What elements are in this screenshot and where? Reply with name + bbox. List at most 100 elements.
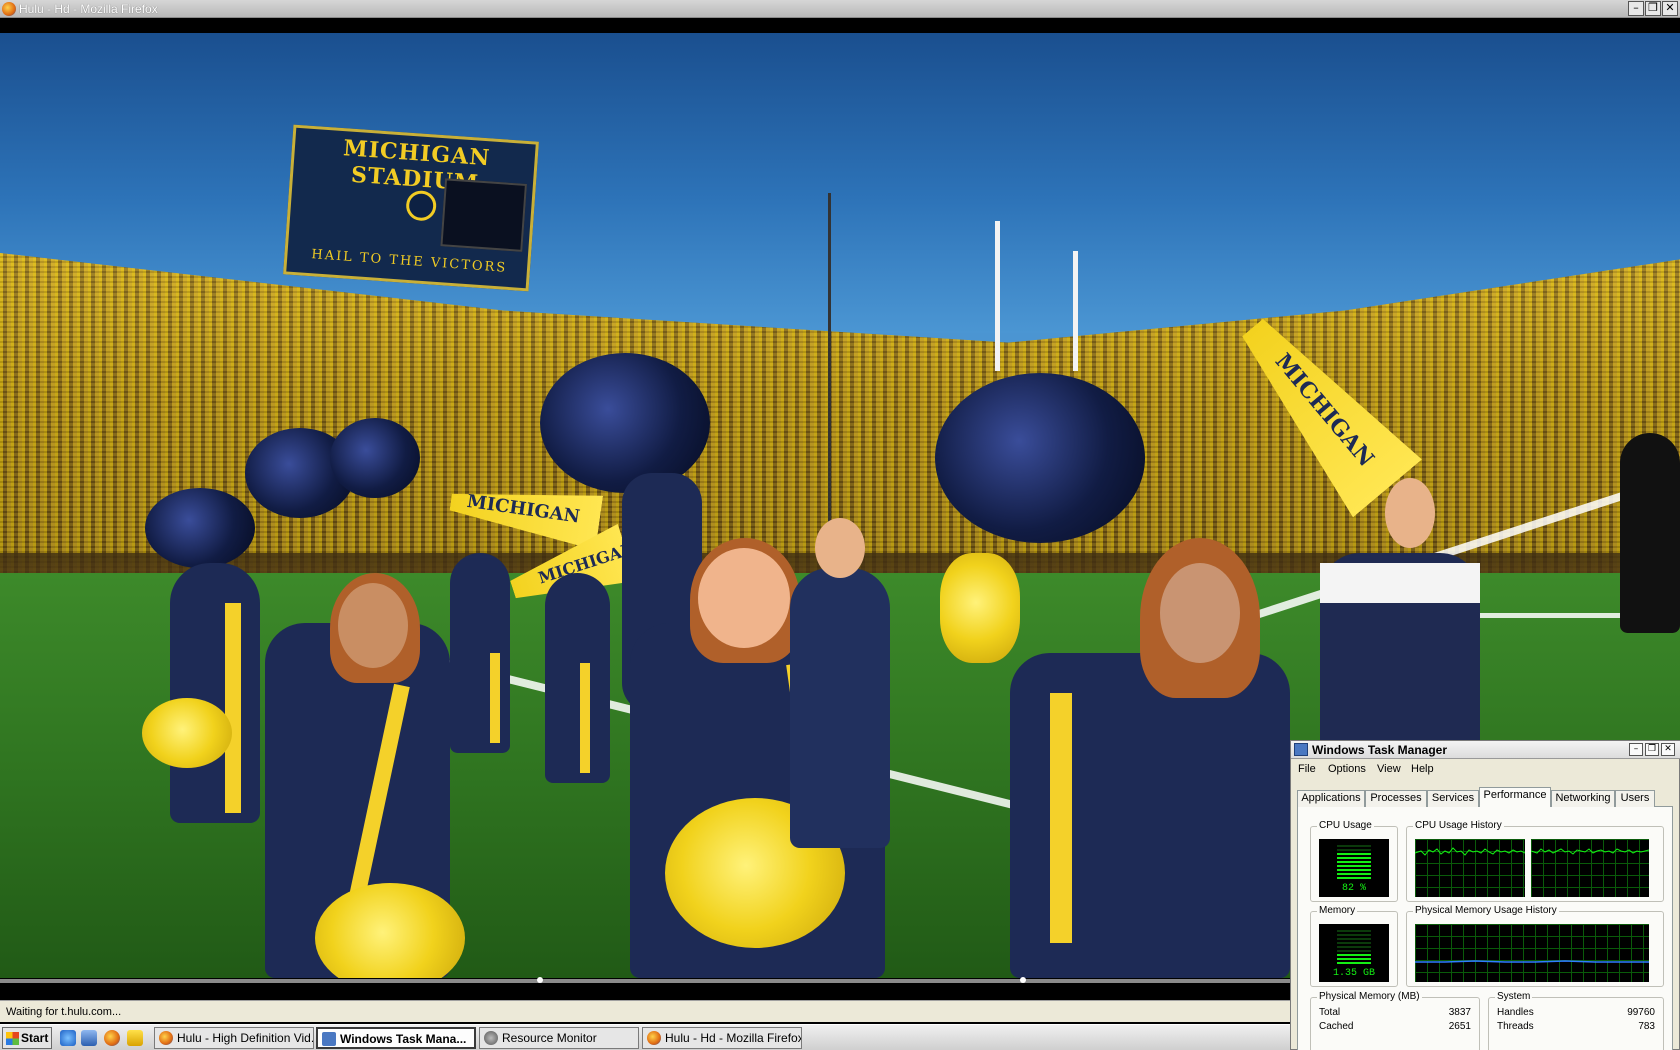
start-label: Start	[21, 1031, 49, 1045]
video-seek-track[interactable]	[0, 979, 1290, 983]
restore-button[interactable]: ❐	[1645, 1, 1661, 16]
tab-services[interactable]: Services	[1427, 790, 1479, 807]
university-seal-icon	[405, 189, 438, 222]
scoreboard-screen	[440, 178, 527, 252]
cheerleader	[170, 563, 260, 823]
system-handles-value: 99760	[1627, 1007, 1655, 1018]
pompom-blue	[330, 418, 420, 498]
cheer-member-edge	[1620, 433, 1680, 633]
cpu-usage-group: CPU Usage 82 %	[1310, 820, 1398, 902]
cheer-member-face	[815, 518, 865, 578]
memory-value: 1.35 GB	[1332, 968, 1375, 979]
seek-marker[interactable]	[1020, 977, 1026, 983]
task-manager-menubar: File Options View Help	[1291, 760, 1680, 778]
minimize-button[interactable]: –	[1629, 743, 1643, 756]
cpu-history-graph-core2	[1531, 839, 1649, 897]
window-title: Hulu - Hd - Mozilla Firefox	[19, 2, 158, 16]
tab-users[interactable]: Users	[1615, 790, 1655, 807]
memory-history-line	[1415, 960, 1649, 963]
stadium-scoreboard: MICHIGAN STADIUM HAIL TO THE VICTORS	[283, 124, 539, 292]
cheerleader-face	[1160, 563, 1240, 663]
cheerleader	[450, 553, 510, 753]
tab-applications[interactable]: Applications	[1297, 790, 1365, 807]
menu-file[interactable]: File	[1298, 763, 1316, 775]
system-group: System Handles 99760 Threads 783	[1488, 991, 1664, 1050]
cpu-usage-label: CPU Usage	[1317, 820, 1374, 831]
pompom-yellow	[142, 698, 232, 768]
system-handles-label: Handles	[1497, 1007, 1534, 1018]
tab-processes[interactable]: Processes	[1365, 790, 1427, 807]
menu-options[interactable]: Options	[1328, 763, 1366, 775]
memory-history-label: Physical Memory Usage History	[1413, 905, 1559, 916]
pompom-blue	[540, 353, 710, 493]
yard-line	[1480, 613, 1640, 618]
cheerleader	[1010, 653, 1290, 978]
task-label: Hulu - High Definition Vid...	[177, 1031, 314, 1045]
cheer-member-face	[1385, 478, 1435, 548]
start-button[interactable]: Start	[2, 1027, 52, 1049]
light-pole	[828, 193, 831, 533]
firefox-icon	[647, 1031, 661, 1045]
system-label: System	[1495, 991, 1533, 1002]
cheerleader-face	[698, 548, 790, 648]
task-manager-window[interactable]: Windows Task Manager – ❐ ✕ File Options …	[1290, 740, 1680, 1050]
firefox-icon	[159, 1031, 173, 1045]
phys-mem-total-value: 3837	[1448, 1007, 1471, 1018]
video-letterbox-top	[0, 19, 1680, 33]
task-manager-title: Windows Task Manager	[1312, 743, 1448, 757]
seek-marker[interactable]	[537, 977, 543, 983]
memory-group: Memory 1.35 GB	[1310, 905, 1398, 987]
internet-explorer-icon[interactable]	[60, 1030, 76, 1046]
task-manager-icon	[1294, 743, 1308, 756]
task-manager-icon	[322, 1032, 336, 1046]
task-button-hulu-hd-video[interactable]: Hulu - High Definition Vid...	[154, 1027, 314, 1049]
memory-label: Memory	[1317, 905, 1358, 916]
task-label: Windows Task Mana...	[340, 1032, 467, 1046]
memory-meter: 1.35 GB	[1319, 924, 1389, 982]
task-button-resource-monitor[interactable]: Resource Monitor	[479, 1027, 639, 1049]
cheerleader	[545, 573, 610, 783]
desktop-screen: Hulu - Hd - Mozilla Firefox – ❐ ✕ MICHIG…	[0, 0, 1680, 1050]
task-label: Hulu - Hd - Mozilla Firefox	[665, 1031, 802, 1045]
firefox-statusbar: Waiting for t.hulu.com...	[0, 1000, 1290, 1022]
close-button[interactable]: ✕	[1661, 743, 1675, 756]
windows-logo-icon	[6, 1032, 19, 1045]
physical-memory-label: Physical Memory (MB)	[1317, 991, 1422, 1002]
restore-button[interactable]: ❐	[1645, 743, 1659, 756]
physical-memory-group: Physical Memory (MB) Total 3837 Cached 2…	[1310, 991, 1480, 1050]
memory-history-graph	[1415, 924, 1649, 982]
taskbar: Start Hulu - High Definition Vid... Wind…	[0, 1024, 1290, 1050]
aim-icon[interactable]	[127, 1030, 143, 1046]
scoreboard-footer: HAIL TO THE VICTORS	[310, 247, 508, 276]
task-manager-tabs: Applications Processes Services Performa…	[1297, 787, 1673, 808]
close-button[interactable]: ✕	[1662, 1, 1678, 16]
phys-mem-cached-label: Cached	[1319, 1021, 1354, 1032]
resource-monitor-icon	[484, 1031, 498, 1045]
pompom-yellow	[940, 553, 1020, 663]
minimize-button[interactable]: –	[1628, 1, 1644, 16]
memory-history-group: Physical Memory Usage History	[1406, 905, 1664, 987]
firefox-icon[interactable]	[104, 1030, 120, 1046]
firefox-titlebar[interactable]: Hulu - Hd - Mozilla Firefox – ❐ ✕	[0, 0, 1680, 18]
cpu-history-line	[1415, 847, 1525, 856]
menu-view[interactable]: View	[1377, 763, 1401, 775]
pompom-blue	[935, 373, 1145, 543]
task-manager-titlebar[interactable]: Windows Task Manager – ❐ ✕	[1291, 741, 1680, 759]
tab-networking[interactable]: Networking	[1551, 790, 1615, 807]
cpu-history-graph-core1	[1415, 839, 1525, 897]
tab-performance[interactable]: Performance	[1479, 787, 1551, 808]
pompom-blue	[145, 488, 255, 568]
cpu-usage-value: 82 %	[1341, 883, 1366, 894]
menu-help[interactable]: Help	[1411, 763, 1434, 775]
cheer-member	[790, 568, 890, 848]
video-letterbox-bottom	[0, 984, 1290, 1000]
performance-panel: CPU Usage 82 % CPU Usage History Memory …	[1297, 807, 1673, 1050]
goal-post	[995, 221, 1000, 371]
system-threads-value: 783	[1638, 1021, 1655, 1032]
show-desktop-icon[interactable]	[81, 1030, 97, 1046]
goal-post	[1073, 251, 1078, 371]
task-button-hulu-firefox[interactable]: Hulu - Hd - Mozilla Firefox	[642, 1027, 802, 1049]
phys-mem-cached-value: 2651	[1448, 1021, 1471, 1032]
task-button-task-manager[interactable]: Windows Task Mana...	[316, 1027, 476, 1049]
firefox-icon	[2, 2, 16, 16]
